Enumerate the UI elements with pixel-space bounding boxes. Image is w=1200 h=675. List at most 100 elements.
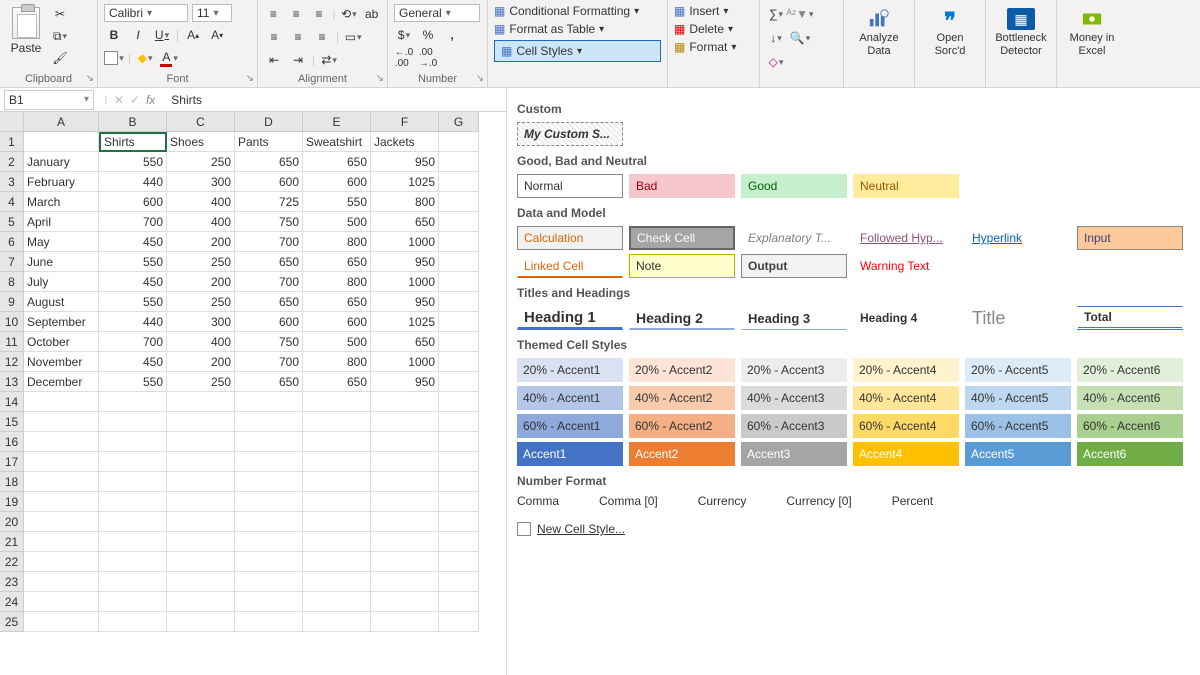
- cell-F10[interactable]: 1025: [371, 312, 439, 332]
- style-linked-cell[interactable]: Linked Cell: [517, 254, 623, 278]
- style-explanatory-t-[interactable]: Explanatory T...: [741, 226, 847, 250]
- cell-E20[interactable]: [303, 512, 371, 532]
- column-header-E[interactable]: E: [303, 112, 371, 132]
- cell-F7[interactable]: 950: [371, 252, 439, 272]
- row-header-11[interactable]: 11: [0, 332, 24, 352]
- cell-C21[interactable]: [167, 532, 235, 552]
- style-note[interactable]: Note: [629, 254, 735, 278]
- style-40-accent6[interactable]: 40% - Accent6: [1077, 386, 1183, 410]
- cell-A9[interactable]: August: [24, 292, 99, 312]
- cell-D23[interactable]: [235, 572, 303, 592]
- number-format-combo[interactable]: General: [394, 4, 480, 22]
- column-header-G[interactable]: G: [439, 112, 479, 132]
- cell-E8[interactable]: 800: [303, 272, 371, 292]
- cell-A14[interactable]: [24, 392, 99, 412]
- cell-E4[interactable]: 550: [303, 192, 371, 212]
- cell-G15[interactable]: [439, 412, 479, 432]
- cell-G20[interactable]: [439, 512, 479, 532]
- cell-E24[interactable]: [303, 592, 371, 612]
- cell-G23[interactable]: [439, 572, 479, 592]
- cell-E9[interactable]: 650: [303, 292, 371, 312]
- row-header-23[interactable]: 23: [0, 572, 24, 592]
- cell-C12[interactable]: 200: [167, 352, 235, 372]
- cell-C3[interactable]: 300: [167, 172, 235, 192]
- cell-F4[interactable]: 800: [371, 192, 439, 212]
- style-bad[interactable]: Bad: [629, 174, 735, 198]
- cell-A17[interactable]: [24, 452, 99, 472]
- cell-A4[interactable]: March: [24, 192, 99, 212]
- cell-C9[interactable]: 250: [167, 292, 235, 312]
- row-header-1[interactable]: 1: [0, 132, 24, 152]
- row-header-10[interactable]: 10: [0, 312, 24, 332]
- cell-A1[interactable]: [24, 132, 99, 152]
- cell-C25[interactable]: [167, 612, 235, 632]
- autosum-button[interactable]: ∑: [766, 4, 786, 24]
- style-40-accent2[interactable]: 40% - Accent2: [629, 386, 735, 410]
- cell-C17[interactable]: [167, 452, 235, 472]
- cell-A7[interactable]: June: [24, 252, 99, 272]
- fill-color-button[interactable]: ◆: [135, 48, 155, 68]
- style-heading-4[interactable]: Heading 4: [853, 306, 959, 330]
- style-20-accent1[interactable]: 20% - Accent1: [517, 358, 623, 382]
- cell-G3[interactable]: [439, 172, 479, 192]
- cell-E12[interactable]: 800: [303, 352, 371, 372]
- cell-C16[interactable]: [167, 432, 235, 452]
- cell-D17[interactable]: [235, 452, 303, 472]
- cell-C15[interactable]: [167, 412, 235, 432]
- row-header-20[interactable]: 20: [0, 512, 24, 532]
- style-60-accent2[interactable]: 60% - Accent2: [629, 414, 735, 438]
- cell-D18[interactable]: [235, 472, 303, 492]
- cell-D13[interactable]: 650: [235, 372, 303, 392]
- increase-font-button[interactable]: A▴: [183, 25, 203, 45]
- column-header-A[interactable]: A: [24, 112, 99, 132]
- cell-E10[interactable]: 600: [303, 312, 371, 332]
- cell-A10[interactable]: September: [24, 312, 99, 332]
- cell-F8[interactable]: 1000: [371, 272, 439, 292]
- row-header-13[interactable]: 13: [0, 372, 24, 392]
- column-header-C[interactable]: C: [167, 112, 235, 132]
- font-size-combo[interactable]: 11: [192, 4, 232, 22]
- rtl-button[interactable]: ⇄: [319, 50, 339, 70]
- style-calculation[interactable]: Calculation: [517, 226, 623, 250]
- cell-F22[interactable]: [371, 552, 439, 572]
- cell-F21[interactable]: [371, 532, 439, 552]
- style-warning-text[interactable]: Warning Text: [853, 254, 959, 278]
- cell-F14[interactable]: [371, 392, 439, 412]
- align-bottom-button[interactable]: ≡: [310, 4, 329, 24]
- cell-E23[interactable]: [303, 572, 371, 592]
- cell-G11[interactable]: [439, 332, 479, 352]
- style-accent1[interactable]: Accent1: [517, 442, 623, 466]
- conditional-formatting-button[interactable]: ▦Conditional Formatting ▾: [494, 4, 661, 18]
- style-output[interactable]: Output: [741, 254, 847, 278]
- cell-D4[interactable]: 725: [235, 192, 303, 212]
- style-heading-1[interactable]: Heading 1: [517, 306, 623, 330]
- style-40-accent5[interactable]: 40% - Accent5: [965, 386, 1071, 410]
- style-accent5[interactable]: Accent5: [965, 442, 1071, 466]
- row-header-19[interactable]: 19: [0, 492, 24, 512]
- style-40-accent3[interactable]: 40% - Accent3: [741, 386, 847, 410]
- cell-B13[interactable]: 550: [99, 372, 167, 392]
- cell-B24[interactable]: [99, 592, 167, 612]
- cell-A21[interactable]: [24, 532, 99, 552]
- cell-C8[interactable]: 200: [167, 272, 235, 292]
- find-button[interactable]: 🔍: [790, 28, 810, 48]
- cell-A13[interactable]: December: [24, 372, 99, 392]
- cell-G24[interactable]: [439, 592, 479, 612]
- cell-F17[interactable]: [371, 452, 439, 472]
- cell-B22[interactable]: [99, 552, 167, 572]
- italic-button[interactable]: I: [128, 25, 148, 45]
- cell-C1[interactable]: Shoes: [167, 132, 235, 152]
- row-header-7[interactable]: 7: [0, 252, 24, 272]
- align-left-button[interactable]: ≡: [264, 27, 284, 47]
- cell-G8[interactable]: [439, 272, 479, 292]
- select-all-corner[interactable]: [0, 112, 24, 132]
- row-header-21[interactable]: 21: [0, 532, 24, 552]
- borders-button[interactable]: [104, 48, 124, 68]
- cell-A11[interactable]: October: [24, 332, 99, 352]
- row-header-16[interactable]: 16: [0, 432, 24, 452]
- style-currency[interactable]: Currency: [698, 494, 747, 508]
- cell-C5[interactable]: 400: [167, 212, 235, 232]
- row-header-2[interactable]: 2: [0, 152, 24, 172]
- cell-C18[interactable]: [167, 472, 235, 492]
- row-header-24[interactable]: 24: [0, 592, 24, 612]
